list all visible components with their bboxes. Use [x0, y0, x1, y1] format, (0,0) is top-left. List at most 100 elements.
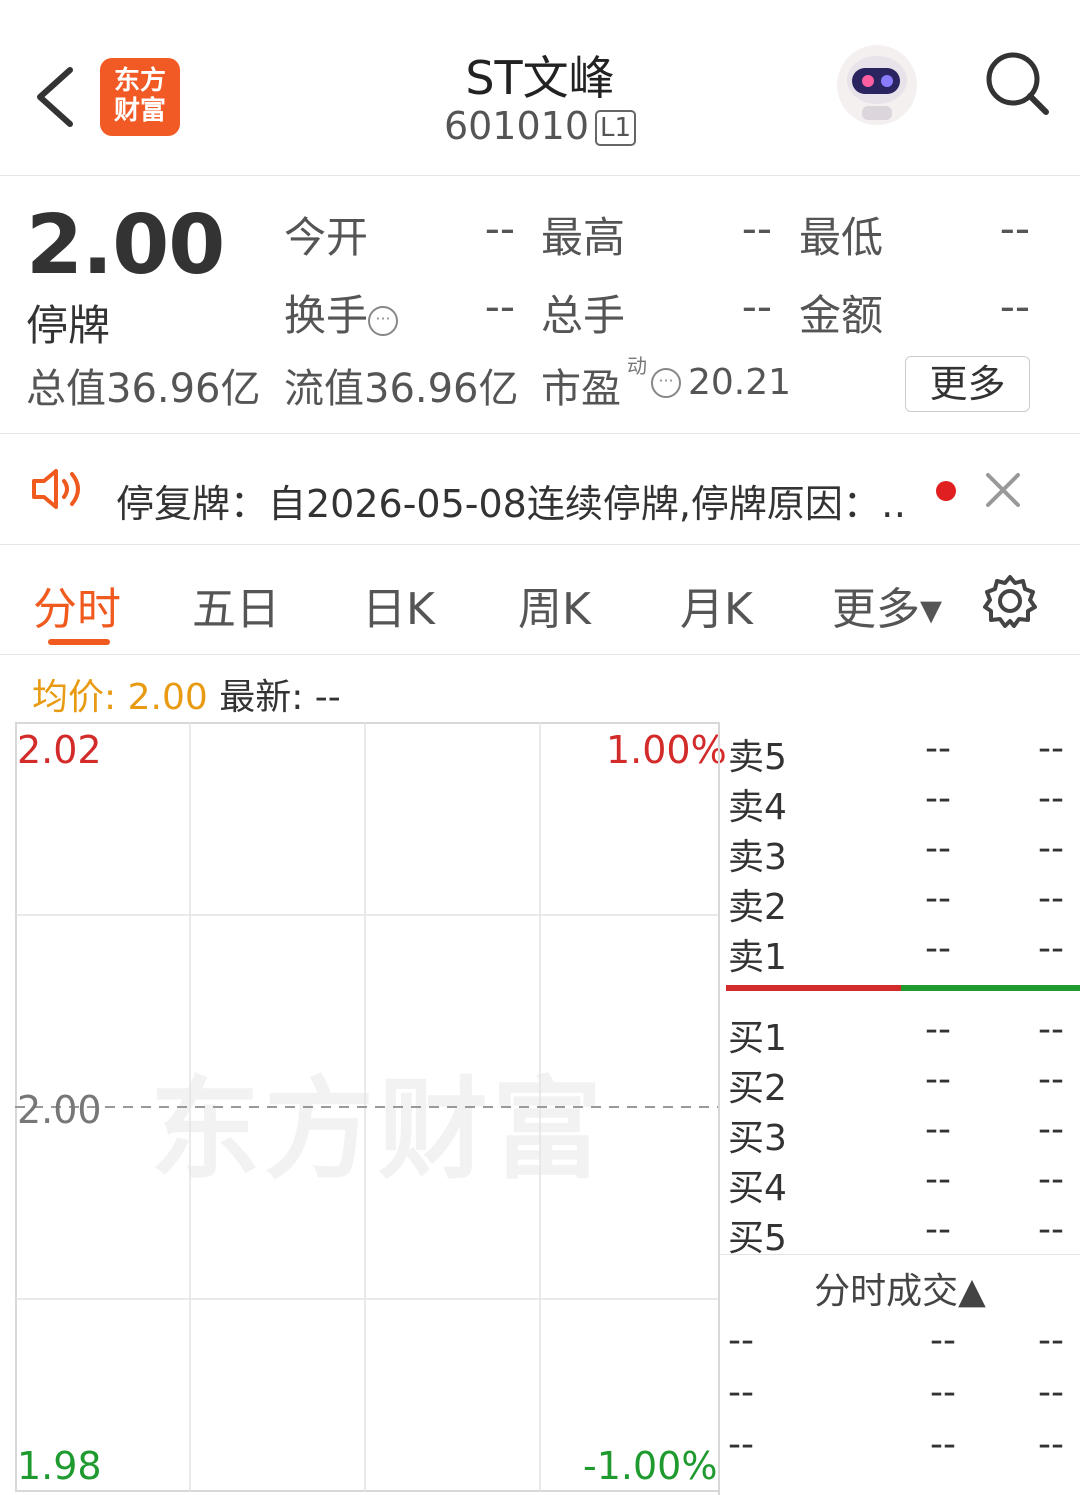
total-market-cap: 总值36.96亿 — [26, 366, 261, 412]
bid-label: 买4 — [728, 1168, 787, 1209]
ask-volume: -- — [1038, 878, 1064, 919]
float-market-cap: 流值36.96亿 — [284, 366, 519, 412]
bid-row: 买4 -- -- — [720, 1155, 1080, 1209]
trade-volume: -- — [1038, 1320, 1064, 1361]
bid-price: -- — [925, 1109, 951, 1150]
turnover-label: 换手 ··· — [284, 282, 399, 343]
notice-text: 停复牌：自2026-05-08连续停牌,停牌原因：… — [116, 482, 906, 526]
bid-volume: -- — [1038, 1109, 1064, 1150]
bid-volume: -- — [1038, 1059, 1064, 1100]
y-axis-bottom-label: 1.98 — [17, 1444, 102, 1488]
bid-row: 买2 -- -- — [720, 1055, 1080, 1109]
trade-volume: -- — [1038, 1424, 1064, 1465]
bid-price: -- — [925, 1009, 951, 1050]
low-label: 最低 — [799, 213, 884, 262]
amount-label: 金额 — [799, 291, 884, 340]
current-price: 2.00 — [26, 198, 225, 293]
ask-row: 卖3 -- -- — [720, 824, 1080, 878]
tab-monthly-k[interactable]: 月K — [680, 573, 753, 637]
ask-row: 卖2 -- -- — [720, 874, 1080, 928]
latest-value: -- — [314, 677, 341, 718]
tab-five-day[interactable]: 五日 — [192, 573, 280, 637]
amount-value: -- — [999, 282, 1030, 331]
speaker-icon — [32, 469, 80, 509]
ask-label: 卖3 — [728, 837, 787, 878]
ask-row: 卖5 -- -- — [720, 724, 1080, 778]
bid-volume: -- — [1038, 1009, 1064, 1050]
avg-price-line: 均价: 2.00 最新: -- — [32, 668, 341, 720]
trade-volume: -- — [1038, 1372, 1064, 1413]
high-value: -- — [741, 204, 772, 253]
trade-row: -- -- -- — [720, 1320, 1080, 1370]
ask-volume: -- — [1038, 728, 1064, 769]
gear-icon[interactable] — [982, 573, 1038, 629]
turnover-label-text: 换手 — [284, 291, 369, 340]
ask-row: 卖1 -- -- — [720, 924, 1080, 978]
unread-dot — [936, 481, 956, 501]
low-value: -- — [999, 204, 1030, 253]
search-icon[interactable] — [982, 48, 1052, 118]
avg-label: 均价: — [32, 677, 117, 718]
ask-label: 卖2 — [728, 887, 787, 928]
ask-label: 卖5 — [728, 737, 787, 778]
pe-value: 20.21 — [688, 362, 792, 403]
trade-detail-toggle[interactable]: 分时成交▲ — [720, 1262, 1080, 1314]
turnover-value: -- — [484, 282, 515, 331]
active-tab-indicator — [48, 639, 110, 645]
bid-price: -- — [925, 1059, 951, 1100]
bid-row: 买5 -- -- — [720, 1205, 1080, 1259]
pe-dynamic-sup: 动 — [627, 354, 647, 378]
open-label: 今开 — [284, 213, 369, 262]
quote-panel: 2.00 停牌 今开 -- 最高 -- 最低 -- 换手 ··· -- 总手 --… — [0, 176, 1080, 434]
ask-label: 卖4 — [728, 787, 787, 828]
pct-bottom-label: -1.00% — [583, 1444, 718, 1488]
bid-row: 买1 -- -- — [720, 1005, 1080, 1059]
trade-row: -- -- -- — [720, 1424, 1080, 1474]
robot-assistant-icon[interactable] — [832, 40, 922, 130]
ask-row: 卖4 -- -- — [720, 774, 1080, 828]
top-bar: 东方 财富 ST文峰 601010 L1 — [0, 0, 1080, 176]
ask-volume: -- — [1038, 828, 1064, 869]
ask-label: 卖1 — [728, 937, 787, 978]
trade-price: -- — [930, 1320, 956, 1361]
buy-ratio-bar — [901, 985, 1080, 991]
bid-label: 买2 — [728, 1068, 787, 1109]
ask-price: -- — [925, 928, 951, 969]
open-value: -- — [484, 204, 515, 253]
trading-status: 停牌 — [26, 301, 111, 350]
tab-daily-k[interactable]: 日K — [362, 573, 435, 637]
y-axis-mid-label: 2.00 — [17, 1088, 102, 1132]
intraday-chart[interactable] — [15, 722, 720, 1492]
chart-tabs: 分时 五日 日K 周K 月K 更多▾ — [0, 545, 1080, 655]
trade-price: -- — [930, 1372, 956, 1413]
bid-price: -- — [925, 1209, 951, 1250]
bid-price: -- — [925, 1159, 951, 1200]
tab-more[interactable]: 更多▾ — [832, 573, 942, 637]
pe-label: 市盈 — [541, 366, 621, 412]
info-icon[interactable]: ··· — [368, 306, 399, 336]
trade-price: -- — [930, 1424, 956, 1465]
ask-price: -- — [925, 728, 951, 769]
volume-label: 总手 — [541, 291, 626, 340]
volume-value: -- — [741, 282, 772, 331]
ask-price: -- — [925, 878, 951, 919]
level-badge: L1 — [595, 110, 637, 146]
sell-ratio-bar — [726, 985, 901, 991]
ask-volume: -- — [1038, 928, 1064, 969]
trade-time: -- — [728, 1372, 754, 1413]
order-book: 卖5 -- -- 卖4 -- -- 卖3 -- -- 卖2 -- -- 卖1 -… — [720, 722, 1080, 1495]
y-axis-top-label: 2.02 — [17, 728, 102, 772]
bid-volume: -- — [1038, 1159, 1064, 1200]
bid-label: 买3 — [728, 1118, 787, 1159]
high-label: 最高 — [541, 213, 626, 262]
pe-info-icon[interactable]: ··· — [651, 368, 681, 398]
tab-weekly-k[interactable]: 周K — [518, 573, 591, 637]
more-button[interactable]: 更多 — [905, 356, 1030, 412]
notice-bar[interactable]: 停复牌：自2026-05-08连续停牌,停牌原因：… — [0, 435, 1080, 545]
chart-book-divider — [718, 722, 720, 1495]
close-icon[interactable] — [982, 469, 1024, 511]
tab-intraday[interactable]: 分时 — [33, 573, 121, 637]
latest-label: 最新: — [219, 677, 304, 718]
avg-value: 2.00 — [127, 677, 208, 718]
bid-row: 买3 -- -- — [720, 1105, 1080, 1159]
